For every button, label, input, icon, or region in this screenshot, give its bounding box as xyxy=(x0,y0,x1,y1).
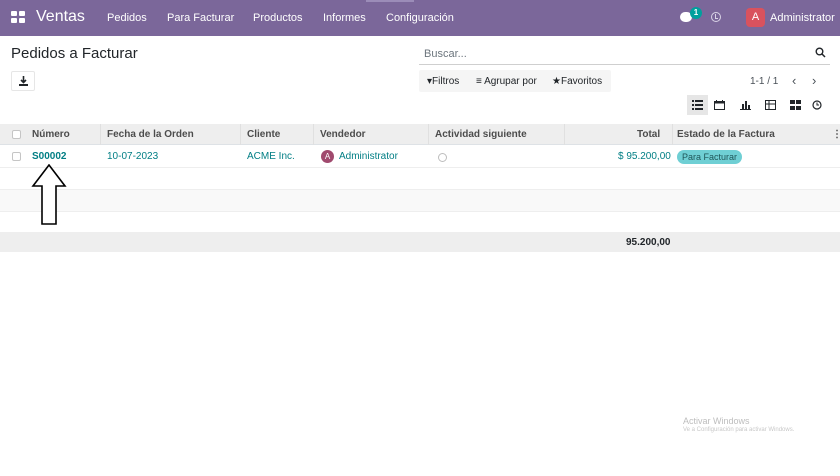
graph-view-icon xyxy=(740,101,751,110)
pointer-arrow-icon xyxy=(31,164,67,225)
activity-view-icon xyxy=(812,100,822,110)
order-salesperson: Administrator xyxy=(339,151,398,162)
column-header-total[interactable]: Total xyxy=(637,129,660,140)
salesperson-avatar: A xyxy=(321,150,334,163)
app-brand[interactable]: Ventas xyxy=(36,8,85,26)
order-total: $ 95.200,00 xyxy=(618,151,671,162)
column-separator xyxy=(240,124,241,145)
column-header-actividad[interactable]: Actividad siguiente xyxy=(435,129,527,140)
list-view-icon xyxy=(692,100,703,110)
select-all-checkbox[interactable] xyxy=(12,130,21,139)
menu-item-productos[interactable]: Productos xyxy=(253,12,303,24)
star-icon: ★ xyxy=(552,76,561,87)
graph-view-button[interactable] xyxy=(735,95,756,115)
invoice-status-badge: Para Facturar xyxy=(677,150,743,164)
page-title: Pedidos a Facturar xyxy=(11,45,138,62)
column-separator xyxy=(564,124,565,145)
messages-count-badge: 1 xyxy=(690,7,702,19)
column-separator xyxy=(672,124,673,145)
order-number[interactable]: S00002 xyxy=(32,151,66,162)
table-row-empty xyxy=(0,190,840,212)
kanban-view-icon xyxy=(790,100,801,110)
filters-button[interactable]: ▾Filtros xyxy=(427,76,459,87)
calendar-view-button[interactable] xyxy=(709,95,730,115)
row-checkbox[interactable] xyxy=(12,152,21,161)
download-icon xyxy=(19,76,28,86)
pager-previous-button[interactable]: ‹ xyxy=(792,73,796,88)
calendar-view-icon xyxy=(714,100,725,110)
list-view-button[interactable] xyxy=(687,95,708,115)
table-row[interactable]: S00002 10-07-2023 ACME Inc. A Administra… xyxy=(0,146,840,168)
menu-item-pedidos[interactable]: Pedidos xyxy=(107,12,147,24)
order-date: 10-07-2023 xyxy=(107,151,159,162)
search-icon[interactable] xyxy=(815,47,826,58)
activation-watermark-title: Activar Windows xyxy=(683,416,750,426)
pivot-view-icon xyxy=(765,100,776,110)
export-button[interactable] xyxy=(11,71,35,91)
top-navbar: Ventas Pedidos Para Facturar Productos I… xyxy=(0,0,840,36)
search-options-bar: ▾Filtros ≡ Agrupar por ★Favoritos xyxy=(419,70,611,92)
user-name[interactable]: Administrator xyxy=(770,12,835,24)
column-header-fecha[interactable]: Fecha de la Orden xyxy=(107,129,194,140)
column-header-numero[interactable]: Número xyxy=(32,129,70,140)
column-header-cliente[interactable]: Cliente xyxy=(247,129,280,140)
kanban-view-button[interactable] xyxy=(785,95,806,115)
search-bar xyxy=(419,43,830,65)
order-customer: ACME Inc. xyxy=(247,151,295,162)
footer-total: 95.200,00 xyxy=(626,237,671,248)
activation-watermark-subtitle: Ve a Configuración para activar Windows. xyxy=(683,427,795,433)
activity-clock-icon[interactable] xyxy=(438,153,447,162)
menu-item-configuracion[interactable]: Configuración xyxy=(386,12,454,24)
pager-next-button[interactable]: › xyxy=(812,73,816,88)
table-footer: 95.200,00 xyxy=(0,232,840,252)
group-by-icon: ≡ xyxy=(476,76,485,87)
optional-columns-icon[interactable]: ⋮ xyxy=(832,129,840,140)
menu-item-informes[interactable]: Informes xyxy=(323,12,366,24)
group-by-button[interactable]: ≡ Agrupar por xyxy=(476,76,537,87)
menu-item-para-facturar[interactable]: Para Facturar xyxy=(167,12,234,24)
column-separator xyxy=(313,124,314,145)
pivot-view-button[interactable] xyxy=(760,95,781,115)
pager-value[interactable]: 1-1 / 1 xyxy=(750,76,778,87)
activity-view-button[interactable] xyxy=(807,95,828,115)
column-separator xyxy=(428,124,429,145)
table-header: Número Fecha de la Orden Cliente Vendedo… xyxy=(0,124,840,145)
column-header-estado[interactable]: Estado de la Factura xyxy=(677,129,775,140)
column-separator xyxy=(100,124,101,145)
activity-clock-icon[interactable] xyxy=(711,12,721,22)
nav-loading-indicator xyxy=(366,0,414,2)
favorites-button[interactable]: ★Favoritos xyxy=(552,76,602,87)
column-header-vendedor[interactable]: Vendedor xyxy=(320,129,366,140)
apps-menu-icon[interactable] xyxy=(11,11,25,23)
search-input[interactable] xyxy=(424,47,794,61)
table-row-empty xyxy=(0,212,840,234)
table-row-empty xyxy=(0,168,840,190)
user-avatar[interactable]: A xyxy=(746,8,765,27)
